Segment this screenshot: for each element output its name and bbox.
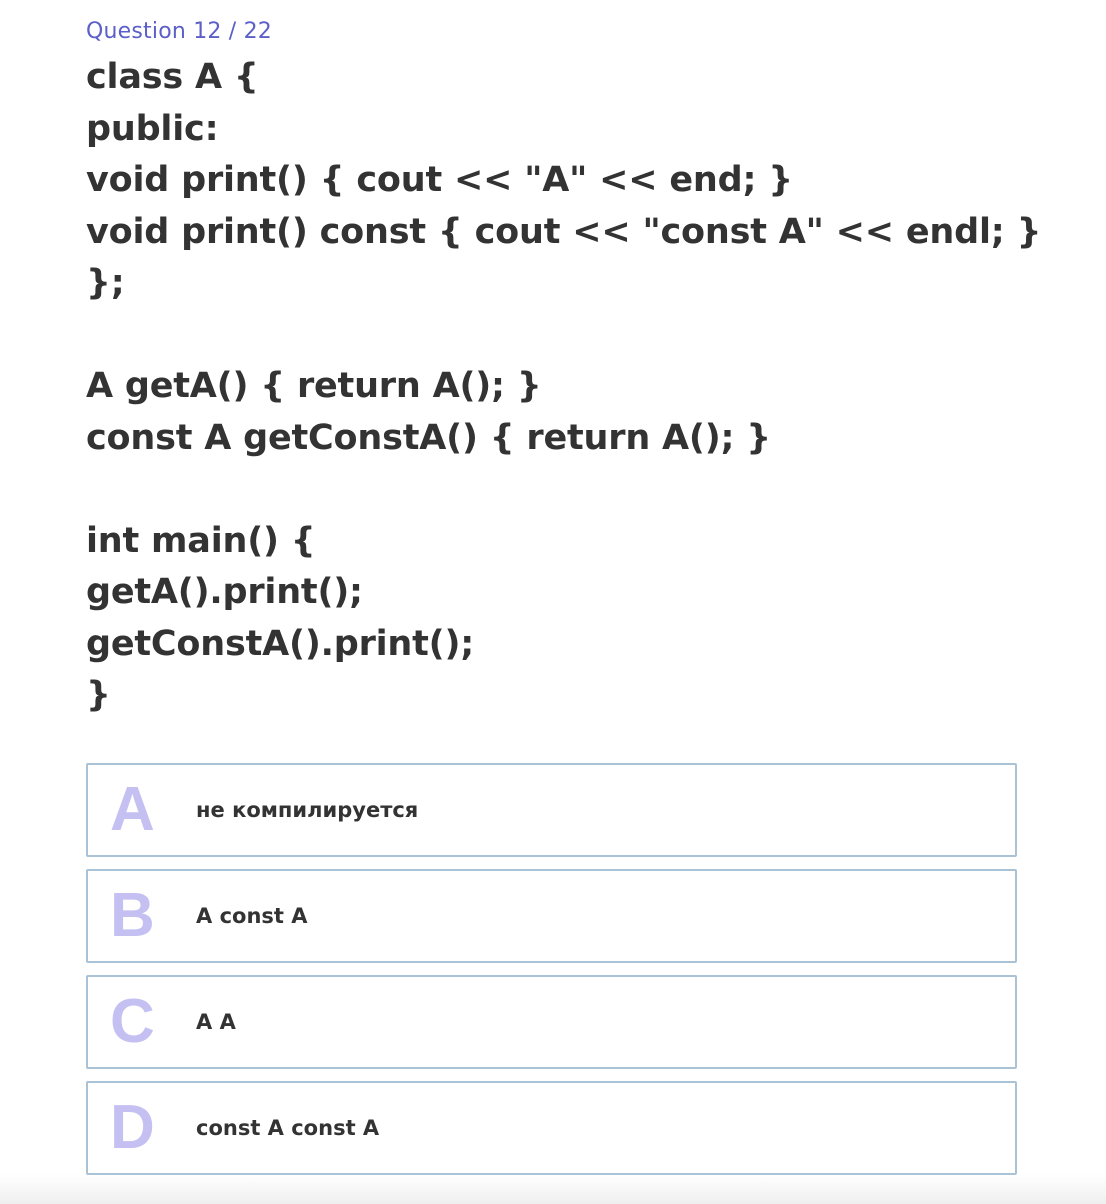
question-code: class A { public: void print() { cout <<… (86, 57, 1042, 715)
answer-options: A не компилируется B A const A C A A D c… (86, 763, 1017, 1187)
page-bottom-shade (0, 1174, 1106, 1204)
answer-option-c[interactable]: C A A (86, 975, 1017, 1069)
option-text-a: не компилируется (196, 798, 419, 822)
option-letter-b: B (110, 881, 155, 950)
option-letter-c: C (110, 987, 155, 1056)
answer-option-d[interactable]: D const A const A (86, 1081, 1017, 1175)
answer-option-b[interactable]: B A const A (86, 869, 1017, 963)
option-text-c: A A (196, 1010, 236, 1034)
option-text-d: const A const A (196, 1116, 380, 1140)
answer-option-a[interactable]: A не компилируется (86, 763, 1017, 857)
option-text-b: A const A (196, 904, 308, 928)
question-counter: Question 12 / 22 (86, 19, 272, 44)
option-letter-a: A (110, 775, 155, 844)
option-letter-d: D (110, 1093, 155, 1162)
